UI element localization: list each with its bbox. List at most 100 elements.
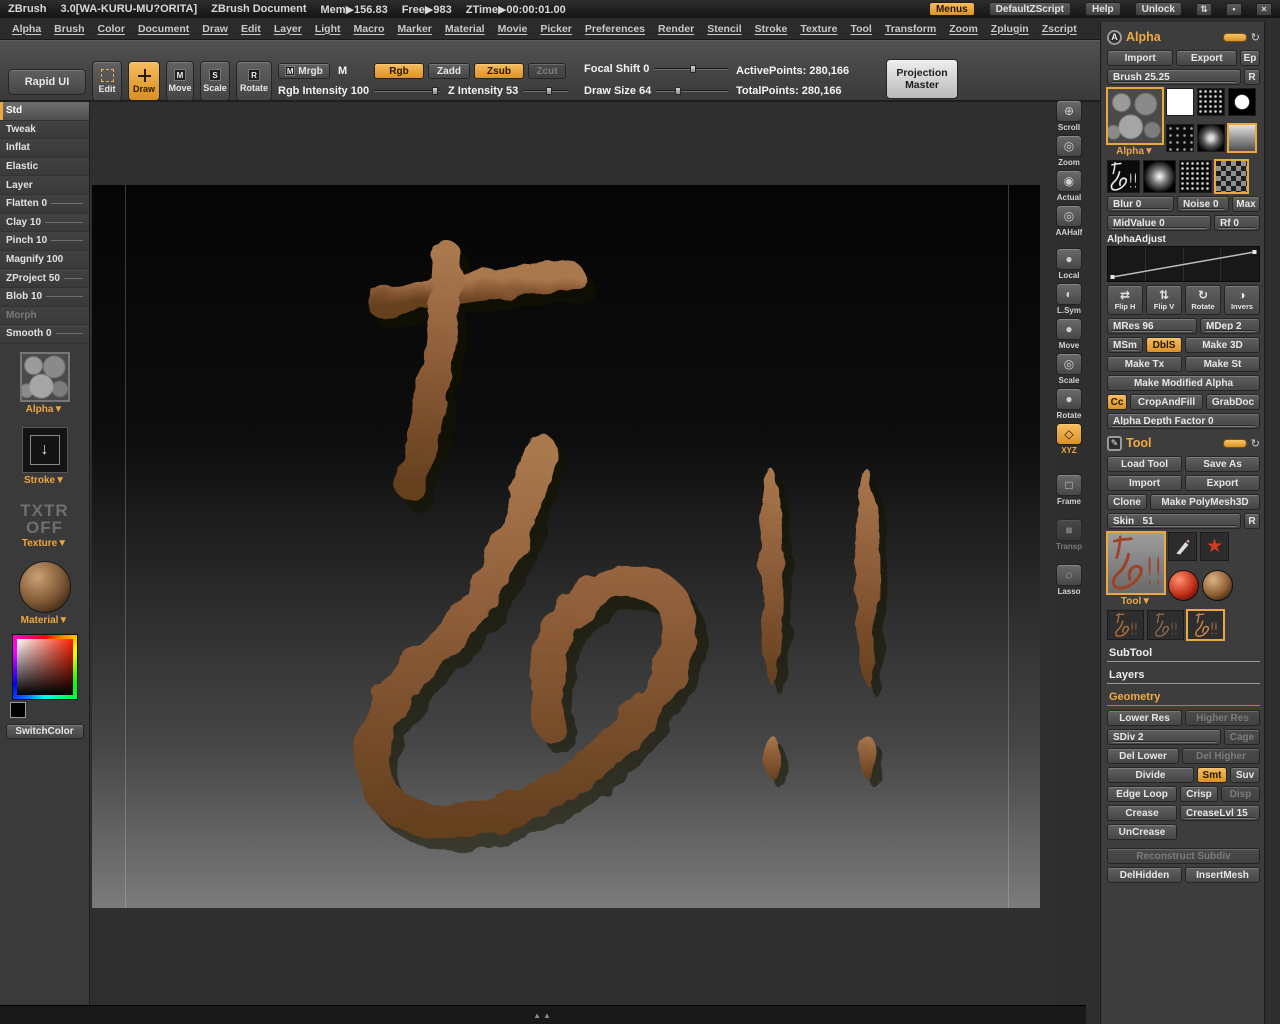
menu-alpha[interactable]: Alpha	[12, 23, 41, 35]
menu-document[interactable]: Document	[138, 23, 189, 35]
alpha-thumb-checker-selected[interactable]	[1214, 159, 1249, 194]
focal-shift-track[interactable]	[654, 65, 728, 73]
menu-color[interactable]: Color	[98, 23, 125, 35]
menu-render[interactable]: Render	[658, 23, 694, 35]
nav-aahalf[interactable]: ◎ AAHalf	[1056, 205, 1082, 237]
nav-frame[interactable]: □ Frame	[1056, 474, 1082, 506]
menu-layer[interactable]: Layer	[274, 23, 302, 35]
menu-light[interactable]: Light	[315, 23, 341, 35]
brush-item-morph[interactable]: Morph	[0, 306, 89, 326]
menu-material[interactable]: Material	[445, 23, 485, 35]
alpha-selector-thumbnail[interactable]	[19, 351, 70, 402]
brush-item-std[interactable]: Std	[0, 102, 89, 121]
geometry-del-hidden-button[interactable]: DelHidden	[1107, 867, 1182, 883]
focal-shift-slider[interactable]: Focal Shift 0	[584, 63, 728, 75]
alpha-midvalue-slider[interactable]: MidValue 0	[1107, 215, 1211, 231]
nav-lasso[interactable]: ◌ Lasso	[1056, 564, 1082, 596]
nav-lsym[interactable]: ◐ L.Sym	[1056, 283, 1082, 315]
alpha-msm-slider[interactable]: MSm	[1107, 337, 1143, 353]
alpha-thumb-speckle[interactable]	[1197, 88, 1225, 116]
tool-current-thumbnail[interactable]	[1106, 531, 1166, 595]
alpha-make-3d-button[interactable]: Make 3D	[1185, 337, 1260, 353]
menu-tool[interactable]: Tool	[850, 23, 871, 35]
tool-thumb-a-2[interactable]	[1147, 610, 1184, 640]
geometry-edge-loop-button[interactable]: Edge Loop	[1107, 786, 1177, 802]
menu-preferences[interactable]: Preferences	[585, 23, 645, 35]
menu-texture[interactable]: Texture	[800, 23, 837, 35]
geometry-smt-button[interactable]: Smt	[1197, 767, 1227, 783]
nav-scroll[interactable]: ⊕ Scroll	[1056, 100, 1082, 132]
m-button[interactable]: M	[338, 65, 347, 77]
tool-thumb-red-sphere[interactable]	[1168, 570, 1199, 601]
move-mode-button[interactable]: M Move	[166, 61, 194, 101]
draw-size-slider[interactable]: Draw Size 64	[584, 85, 728, 97]
scale-mode-button[interactable]: S Scale	[200, 61, 230, 101]
alpha-thumb-glow[interactable]	[1143, 160, 1176, 193]
geometry-sdiv-slider[interactable]: SDiv 2	[1107, 729, 1221, 745]
geometry-crease-button[interactable]: Crease	[1107, 805, 1177, 821]
geometry-crease-lvl-slider[interactable]: CreaseLvl 15	[1180, 805, 1260, 821]
unlock-button[interactable]: Unlock	[1134, 2, 1182, 16]
alpha-adjust-label[interactable]: AlphaAdjust	[1107, 234, 1260, 245]
tool-divider-pill[interactable]	[1222, 438, 1247, 448]
nav-local[interactable]: ● Local	[1056, 248, 1082, 280]
nav-transp[interactable]: ■ Transp	[1056, 519, 1082, 551]
menu-brush[interactable]: Brush	[54, 23, 84, 35]
right-panel-scrollbar[interactable]	[1264, 22, 1280, 1024]
material-selector-label[interactable]: Material▼	[21, 615, 69, 626]
bottom-tray-handle[interactable]: ▲▲	[533, 1011, 553, 1020]
menus-button[interactable]: Menus	[928, 2, 975, 16]
menu-draw[interactable]: Draw	[202, 23, 228, 35]
alpha-dbls-button[interactable]: DblS	[1146, 337, 1182, 353]
geometry-section-header[interactable]: Geometry	[1107, 689, 1260, 706]
material-selector-thumbnail[interactable]	[18, 560, 71, 613]
nav-scale[interactable]: ◎ Scale	[1056, 353, 1082, 385]
alpha-divider-pill[interactable]	[1222, 32, 1247, 42]
alpha-flyout-label[interactable]: Alpha▼	[1116, 146, 1154, 157]
geometry-crisp-button[interactable]: Crisp	[1180, 786, 1218, 802]
tool-import-button[interactable]: Import	[1107, 475, 1182, 491]
alpha-cc-button[interactable]: Cc	[1107, 394, 1127, 410]
alpha-rotate-button[interactable]: ↻ Rotate	[1185, 285, 1221, 315]
alpha-thumb-white-circle[interactable]	[1228, 88, 1256, 116]
texture-off-indicator[interactable]: TXTR OFF	[20, 502, 68, 536]
menu-zplugin[interactable]: Zplugin	[991, 23, 1029, 35]
alpha-noise-slider[interactable]: Noise 0	[1177, 196, 1229, 212]
geometry-disp-button[interactable]: Disp	[1221, 786, 1260, 802]
alpha-invers-button[interactable]: ◑ Invers	[1224, 285, 1260, 315]
nav-xyz[interactable]: ◇ XYZ	[1056, 423, 1082, 455]
alpha-flip-h-button[interactable]: ⇄ Flip H	[1107, 285, 1143, 315]
draw-size-track[interactable]	[656, 87, 728, 95]
alpha-selector-label[interactable]: Alpha▼	[26, 404, 64, 415]
shrink-window-icon[interactable]: ⇅	[1196, 2, 1212, 16]
tool-export-button[interactable]: Export	[1185, 475, 1260, 491]
alpha-thumb-fuzzball[interactable]	[1197, 124, 1225, 152]
tool-restore-icon[interactable]: ↻	[1251, 437, 1260, 450]
color-gradient-area[interactable]	[16, 638, 73, 695]
tool-thumb-star[interactable]: ★	[1200, 532, 1229, 561]
tool-make-polymesh-button[interactable]: Make PolyMesh3D	[1150, 494, 1260, 510]
zcut-button[interactable]: Zcut	[528, 63, 566, 79]
rgb-intensity-slider[interactable]: Rgb Intensity 100	[278, 85, 440, 97]
switch-color-button[interactable]: SwitchColor	[5, 723, 84, 739]
geometry-cage-button[interactable]: Cage	[1224, 729, 1260, 745]
help-button[interactable]: Help	[1084, 2, 1121, 16]
minimize-window-icon[interactable]: ▪	[1226, 2, 1242, 16]
brush-item-magnify[interactable]: Magnify 100	[0, 250, 89, 270]
zadd-button[interactable]: Zadd	[428, 63, 470, 79]
zsub-button[interactable]: Zsub	[474, 63, 524, 79]
alpha-adjust-curve[interactable]	[1107, 246, 1260, 282]
geometry-insert-mesh-button[interactable]: InsertMesh	[1185, 867, 1260, 883]
menu-stroke[interactable]: Stroke	[755, 23, 788, 35]
mrgb-button[interactable]: M Mrgb	[278, 63, 330, 79]
alpha-grab-doc-button[interactable]: GrabDoc	[1206, 394, 1260, 410]
alpha-make-st-button[interactable]: Make St	[1185, 356, 1260, 372]
texture-selector-label[interactable]: Texture▼	[22, 538, 67, 549]
draw-mode-button[interactable]: Draw	[128, 61, 160, 101]
brush-item-zproject[interactable]: ZProject 50	[0, 269, 89, 288]
brush-item-blob[interactable]: Blob 10	[0, 287, 89, 307]
alpha-thumb-dots[interactable]	[1179, 160, 1212, 193]
tool-save-as-button[interactable]: Save As	[1185, 456, 1260, 472]
alpha-thumb-noise[interactable]	[1166, 124, 1194, 152]
geometry-uncrease-button[interactable]: UnCrease	[1107, 824, 1177, 840]
